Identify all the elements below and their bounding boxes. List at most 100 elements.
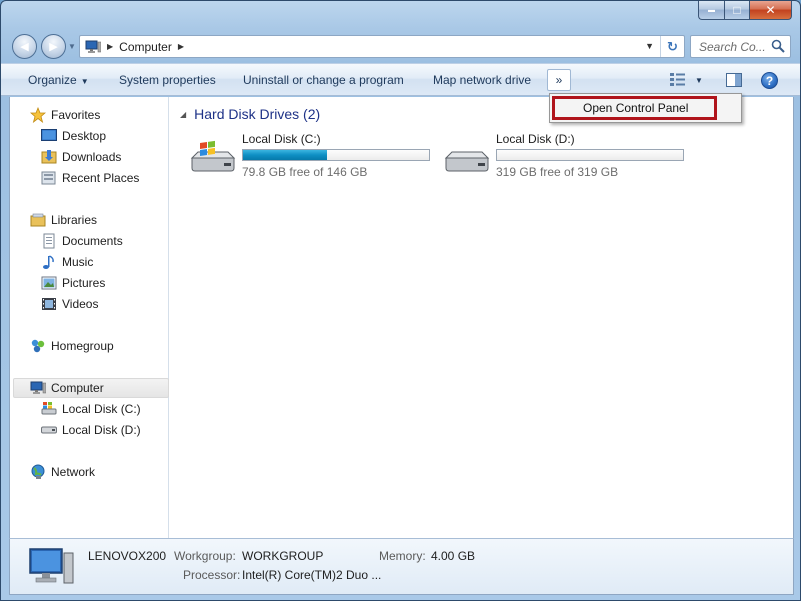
sidebar-item-local-disk-d[interactable]: Local Disk (D:) bbox=[41, 420, 141, 440]
drive-name: Local Disk (D:) bbox=[496, 132, 575, 146]
sidebar-item-label: Music bbox=[62, 255, 94, 269]
preview-pane-icon[interactable] bbox=[726, 73, 742, 87]
breadcrumb-computer[interactable]: Computer bbox=[119, 40, 172, 54]
more-commands-button[interactable]: » bbox=[547, 69, 571, 91]
sidebar-item-network[interactable]: Network bbox=[30, 462, 95, 482]
group-header-label: Hard Disk Drives (2) bbox=[194, 106, 321, 122]
forward-arrow-icon: ▶ bbox=[49, 41, 58, 53]
group-header-hard-disk-drives[interactable]: ◢ Hard Disk Drives (2) bbox=[180, 106, 320, 122]
breadcrumb-separator-icon[interactable]: ▶ bbox=[178, 42, 184, 51]
chevron-down-icon: ▼ bbox=[80, 77, 89, 86]
hard-drive-icon bbox=[41, 422, 57, 438]
processor-label: Processor: bbox=[183, 568, 241, 582]
sidebar-item-label: Recent Places bbox=[62, 171, 140, 185]
drive-name: Local Disk (C:) bbox=[242, 132, 321, 146]
change-view-icon[interactable] bbox=[670, 73, 686, 87]
collapse-triangle-icon[interactable]: ◢ bbox=[180, 110, 186, 119]
caption-buttons: ▬ □ ✕ bbox=[698, 1, 792, 21]
downloads-folder-icon bbox=[41, 149, 57, 165]
sidebar-item-local-disk-c[interactable]: Local Disk (C:) bbox=[41, 399, 141, 419]
drive-usage-fill bbox=[243, 150, 327, 160]
drive-free-space: 319 GB free of 319 GB bbox=[496, 165, 619, 179]
network-globe-icon bbox=[30, 464, 46, 480]
sidebar-item-pictures[interactable]: Pictures bbox=[41, 273, 105, 293]
main-pane: ◢ Hard Disk Drives (2) Local Disk (C:) 7… bbox=[170, 97, 793, 538]
sidebar-item-downloads[interactable]: Downloads bbox=[41, 147, 121, 167]
videos-icon bbox=[41, 296, 57, 312]
search-icon[interactable] bbox=[771, 39, 785, 56]
help-button[interactable]: ? bbox=[761, 72, 778, 89]
pictures-icon bbox=[41, 275, 57, 291]
homegroup-icon bbox=[30, 338, 46, 354]
uninstall-program-button[interactable]: Uninstall or change a program bbox=[243, 73, 404, 87]
music-note-icon bbox=[41, 254, 57, 270]
memory-label: Memory: bbox=[379, 549, 426, 563]
organize-button[interactable]: Organize ▼ bbox=[28, 73, 89, 87]
windows-drive-icon bbox=[41, 401, 57, 417]
sidebar-item-label: Homegroup bbox=[51, 339, 114, 353]
processor-value: Intel(R) Core(TM)2 Duo ... bbox=[242, 568, 382, 582]
address-bar[interactable]: ▶ Computer ▶ ▼ ↻ bbox=[79, 35, 685, 58]
computer-name: LENOVOX200 bbox=[88, 549, 167, 563]
sidebar-item-desktop[interactable]: Desktop bbox=[41, 126, 106, 146]
drive-free-space: 79.8 GB free of 146 GB bbox=[242, 165, 368, 179]
minimize-icon: ▬ bbox=[708, 6, 715, 14]
content-area: Favorites Desktop Downloads Recent Place… bbox=[9, 97, 794, 538]
sidebar-item-music[interactable]: Music bbox=[41, 252, 93, 272]
close-icon: ✕ bbox=[765, 3, 776, 17]
maximize-icon: □ bbox=[733, 3, 741, 17]
sidebar-item-homegroup[interactable]: Homegroup bbox=[30, 336, 114, 356]
map-network-drive-button[interactable]: Map network drive bbox=[433, 73, 531, 87]
menu-item-open-control-panel[interactable]: Open Control Panel bbox=[583, 101, 688, 115]
sidebar-item-label: Libraries bbox=[51, 213, 98, 227]
refresh-button[interactable]: ↻ bbox=[660, 36, 684, 57]
sidebar-item-libraries[interactable]: Libraries bbox=[30, 210, 97, 230]
sidebar-item-documents[interactable]: Documents bbox=[41, 231, 123, 251]
sidebar-item-label: Desktop bbox=[62, 129, 107, 143]
desktop-icon bbox=[41, 128, 57, 144]
windows-drive-icon bbox=[188, 138, 238, 174]
documents-icon bbox=[41, 233, 57, 249]
chevron-down-icon[interactable]: ▼ bbox=[695, 76, 703, 85]
sidebar-item-videos[interactable]: Videos bbox=[41, 294, 98, 314]
recent-pages-dropdown[interactable]: ▼ bbox=[68, 42, 76, 51]
minimize-button[interactable]: ▬ bbox=[698, 1, 724, 20]
sidebar-item-label: Computer bbox=[51, 381, 104, 395]
workgroup-value: WORKGROUP bbox=[242, 549, 324, 563]
computer-icon bbox=[28, 547, 74, 587]
sidebar-item-label: Downloads bbox=[62, 150, 122, 164]
recent-places-icon bbox=[41, 170, 57, 186]
libraries-icon bbox=[30, 212, 46, 228]
search-input[interactable] bbox=[697, 38, 773, 55]
drive-usage-bar bbox=[496, 149, 684, 161]
sidebar-item-label: Pictures bbox=[62, 276, 106, 290]
command-bar: Organize ▼ System properties Uninstall or… bbox=[1, 63, 800, 96]
overflow-menu: Open Control Panel bbox=[549, 93, 742, 123]
memory-value: 4.00 GB bbox=[431, 549, 476, 563]
back-button[interactable]: ◀ bbox=[12, 34, 37, 59]
sidebar-item-recent-places[interactable]: Recent Places bbox=[41, 168, 139, 188]
forward-button[interactable]: ▶ bbox=[41, 34, 66, 59]
navigation-bar: ◀ ▶ ▼ ▶ Computer ▶ ▼ ↻ bbox=[1, 32, 800, 60]
organize-label: Organize bbox=[28, 73, 77, 87]
sidebar-item-label: Local Disk (C:) bbox=[62, 402, 141, 416]
sidebar-item-label: Videos bbox=[62, 297, 99, 311]
back-arrow-icon: ◀ bbox=[20, 41, 29, 53]
computer-icon bbox=[85, 40, 101, 54]
address-history-dropdown[interactable]: ▼ bbox=[645, 41, 654, 51]
system-properties-button[interactable]: System properties bbox=[119, 73, 216, 87]
navigation-pane: Favorites Desktop Downloads Recent Place… bbox=[10, 97, 169, 538]
sidebar-item-favorites[interactable]: Favorites bbox=[30, 105, 100, 125]
hard-drive-icon bbox=[442, 138, 492, 174]
breadcrumb-separator-icon[interactable]: ▶ bbox=[107, 42, 113, 51]
details-pane: LENOVOX200 Workgroup: WORKGROUP Memory: … bbox=[9, 538, 794, 595]
computer-icon bbox=[30, 380, 46, 396]
sidebar-item-label: Favorites bbox=[51, 108, 101, 122]
explorer-window: ▬ □ ✕ ◀ ▶ ▼ ▶ Computer ▶ ▼ ↻ Search Co..… bbox=[0, 0, 801, 601]
maximize-button[interactable]: □ bbox=[724, 1, 749, 20]
search-box[interactable] bbox=[690, 35, 791, 58]
sidebar-item-computer[interactable]: Computer bbox=[30, 378, 104, 398]
close-button[interactable]: ✕ bbox=[749, 1, 792, 20]
sidebar-item-label: Local Disk (D:) bbox=[62, 423, 141, 437]
sidebar-item-label: Documents bbox=[62, 234, 123, 248]
